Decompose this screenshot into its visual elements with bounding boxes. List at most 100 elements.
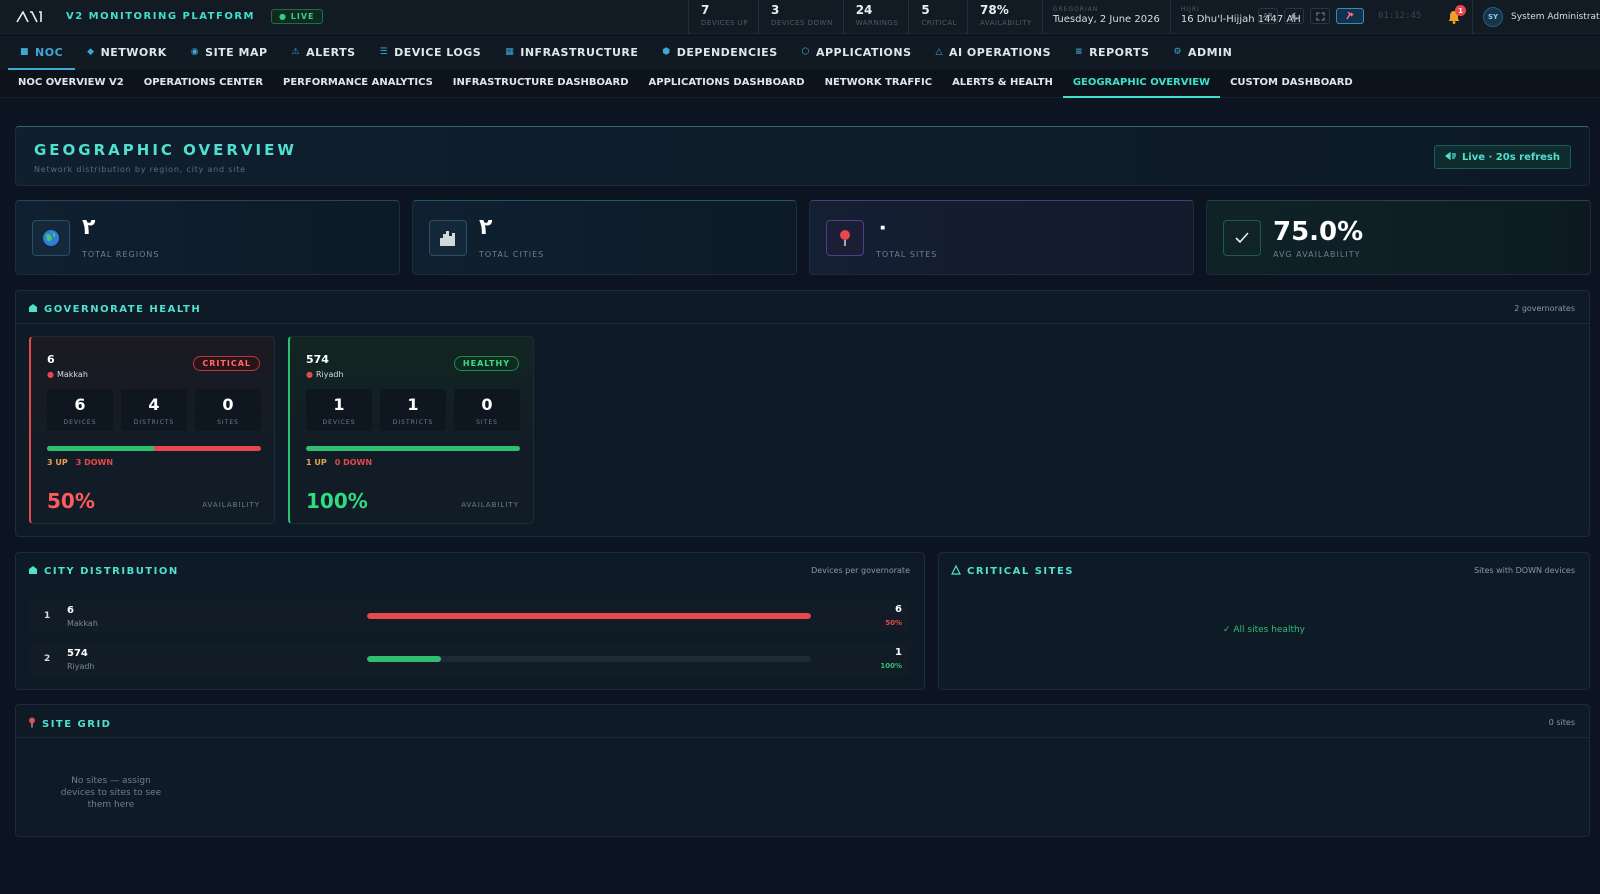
tab-infrastructure-dashboard[interactable]: INFRASTRUCTURE DASHBOARD [443,70,639,98]
logo[interactable] [16,10,44,24]
availability-label: AVAILABILITY [461,501,519,509]
kpi-value: ٠ [876,215,890,240]
kpi-avg-availability: 75.0% AVG AVAILABILITY [1206,200,1591,275]
city-distribution-panel: CITY DISTRIBUTION Devices per governorat… [15,552,925,690]
nav-site-map[interactable]: ◉ SITE MAP [179,36,280,70]
map-pin-icon: ● [306,370,313,379]
availability-percent: 100% [306,489,368,513]
tab-applications-dashboard[interactable]: APPLICATIONS DASHBOARD [639,70,815,98]
stat-devices-up[interactable]: 7 DEVICES UP [688,0,758,34]
building-icon [28,303,38,316]
nav-device-logs[interactable]: ☰ DEVICE LOGS [368,36,494,70]
tab-operations-center[interactable]: OPERATIONS CENTER [134,70,273,98]
devices-stat: 6 DEVICES [47,389,113,431]
page-subtitle: Network distribution by region, city and… [34,165,246,174]
sites-stat: 0 SITES [454,389,520,431]
section-title: GOVERNORATE HEALTH [28,303,201,316]
nav-noc[interactable]: ■ NOC [8,36,76,70]
kpi-value: 75.0% [1273,217,1364,247]
clock: 01:12:45 [1378,11,1422,21]
tab-geographic-overview[interactable]: GEOGRAPHIC OVERVIEW [1062,70,1221,98]
stat-availability[interactable]: 78% AVAILABILITY [967,0,1042,34]
map-pin-icon [28,717,36,731]
nav-ai-operations[interactable]: △ AI OPERATIONS [924,36,1064,70]
distribution-bar-fill [367,656,442,662]
kpi-label: TOTAL CITIES [479,250,545,259]
live-refresh-button[interactable]: Live · 20s refresh [1433,145,1571,169]
status-badge: CRITICAL [193,356,260,371]
page-title: GEOGRAPHIC OVERVIEW [34,141,297,159]
nav-dependencies[interactable]: ⬢ DEPENDENCIES [650,36,789,70]
nav-admin[interactable]: ⚙ ADMIN [1161,36,1244,70]
distribution-bar-fill [367,613,811,619]
kpi-total-regions: ٢ TOTAL REGIONS [15,200,400,275]
nav-applications[interactable]: ⬡ APPLICATIONS [790,36,924,70]
kpi-value: ٢ [479,215,493,240]
governorate-card-riyadh[interactable]: 574 ● Riyadh HEALTHY 1 DEVICES 1 DISTRICTS … [288,336,534,524]
availability-bar [47,446,261,451]
map-pin-icon: ● [47,370,54,379]
pin-icon[interactable] [1336,8,1364,24]
divider [16,737,1589,738]
avatar: SY [1483,7,1503,27]
devices-stat: 1 DEVICES [306,389,372,431]
tab-custom-dashboard[interactable]: CUSTOM DASHBOARD [1220,70,1363,98]
main-nav: ■ NOC ◆ NETWORK ◉ SITE MAP ⚠ ALERTS ☰ DEVICE … [0,36,1600,70]
language-toggle-button[interactable]: AR [1258,8,1278,24]
table-row[interactable]: 1 6 Makkah 6 50% [30,599,910,633]
districts-stat: 4 DISTRICTS [121,389,187,431]
tab-noc-overview-v2[interactable]: NOC OVERVIEW V2 [8,70,134,98]
nav-reports[interactable]: ≡ REPORTS [1063,36,1161,70]
server-icon: ▦ [505,47,515,57]
user-menu[interactable]: SY System Administrator [1472,0,1600,34]
tab-alerts-health[interactable]: ALERTS & HEALTH [942,70,1063,98]
governorate-name: 6 [47,353,55,366]
warning-icon: ⚠ [291,47,301,57]
kpi-label: TOTAL SITES [876,250,938,259]
nav-alerts[interactable]: ⚠ ALERTS [280,36,368,70]
device-count: 6 [895,604,902,615]
fullscreen-icon[interactable] [1310,8,1330,24]
page-header: GEOGRAPHIC OVERVIEW Network distribution… [15,126,1590,186]
section-title: CITY DISTRIBUTION [28,565,179,578]
governorate-card-makkah[interactable]: 6 ● Makkah CRITICAL 6 DEVICES 4 DISTRICTS 0… [29,336,275,524]
availability-percent: 50% [47,489,95,513]
up-down-counts: 1 UP 0 DOWN [306,458,373,467]
tab-performance-analytics[interactable]: PERFORMANCE ANALYTICS [273,70,443,98]
governorate-health-panel: GOVERNORATE HEALTH 2 governorates 6 ● Mak… [15,290,1590,537]
status-badge: HEALTHY [453,356,519,371]
governorate-city: ● Makkah [47,370,88,379]
nav-infrastructure[interactable]: ▦ INFRASTRUCTURE [493,36,650,70]
checkmark-icon [1223,220,1261,256]
user-name: System Administrator [1511,12,1600,22]
city-name: 6 [67,605,74,616]
map-pin-icon [826,220,864,256]
kpi-total-sites: ٠ TOTAL SITES [809,200,1194,275]
live-indicator: ● LIVE [271,9,323,24]
building-icon [28,565,38,578]
availability-label: AVAILABILITY [202,501,260,509]
app-icon: ⬡ [801,47,810,57]
site-grid-panel: SITE GRID 0 sites No sites — assign devi… [15,704,1590,837]
stat-critical[interactable]: 5 CRITICAL [908,0,967,34]
tab-network-traffic[interactable]: NETWORK TRAFFIC [815,70,942,98]
availability-bar-fill [306,446,520,451]
availability-bar [306,446,520,451]
table-row[interactable]: 2 574 Riyadh 1 100% [30,642,910,676]
up-down-counts: 3 UP 3 DOWN [47,458,114,467]
stat-warnings[interactable]: 24 WARNINGS [842,0,909,34]
kpi-total-cities: ٢ TOTAL CITIES [412,200,797,275]
nav-network[interactable]: ◆ NETWORK [75,36,179,70]
moon-icon[interactable] [1284,8,1304,24]
report-icon: ≡ [1075,47,1084,57]
city-region: Riyadh [67,662,95,671]
diamond-icon: ◆ [87,47,95,57]
gregorian-date: GREGORIAN Tuesday, 2 June 2026 [1041,0,1170,34]
governorate-city: ● Riyadh [306,370,344,379]
governorate-count: 2 governorates [1514,304,1575,313]
stat-devices-down[interactable]: 3 DEVICES DOWN [758,0,843,34]
kpi-value: ٢ [82,215,96,240]
warning-icon [951,564,961,578]
city-name: 574 [67,648,88,659]
stats-strip: 7 DEVICES UP 3 DEVICES DOWN 24 WARNINGS … [688,0,1311,34]
